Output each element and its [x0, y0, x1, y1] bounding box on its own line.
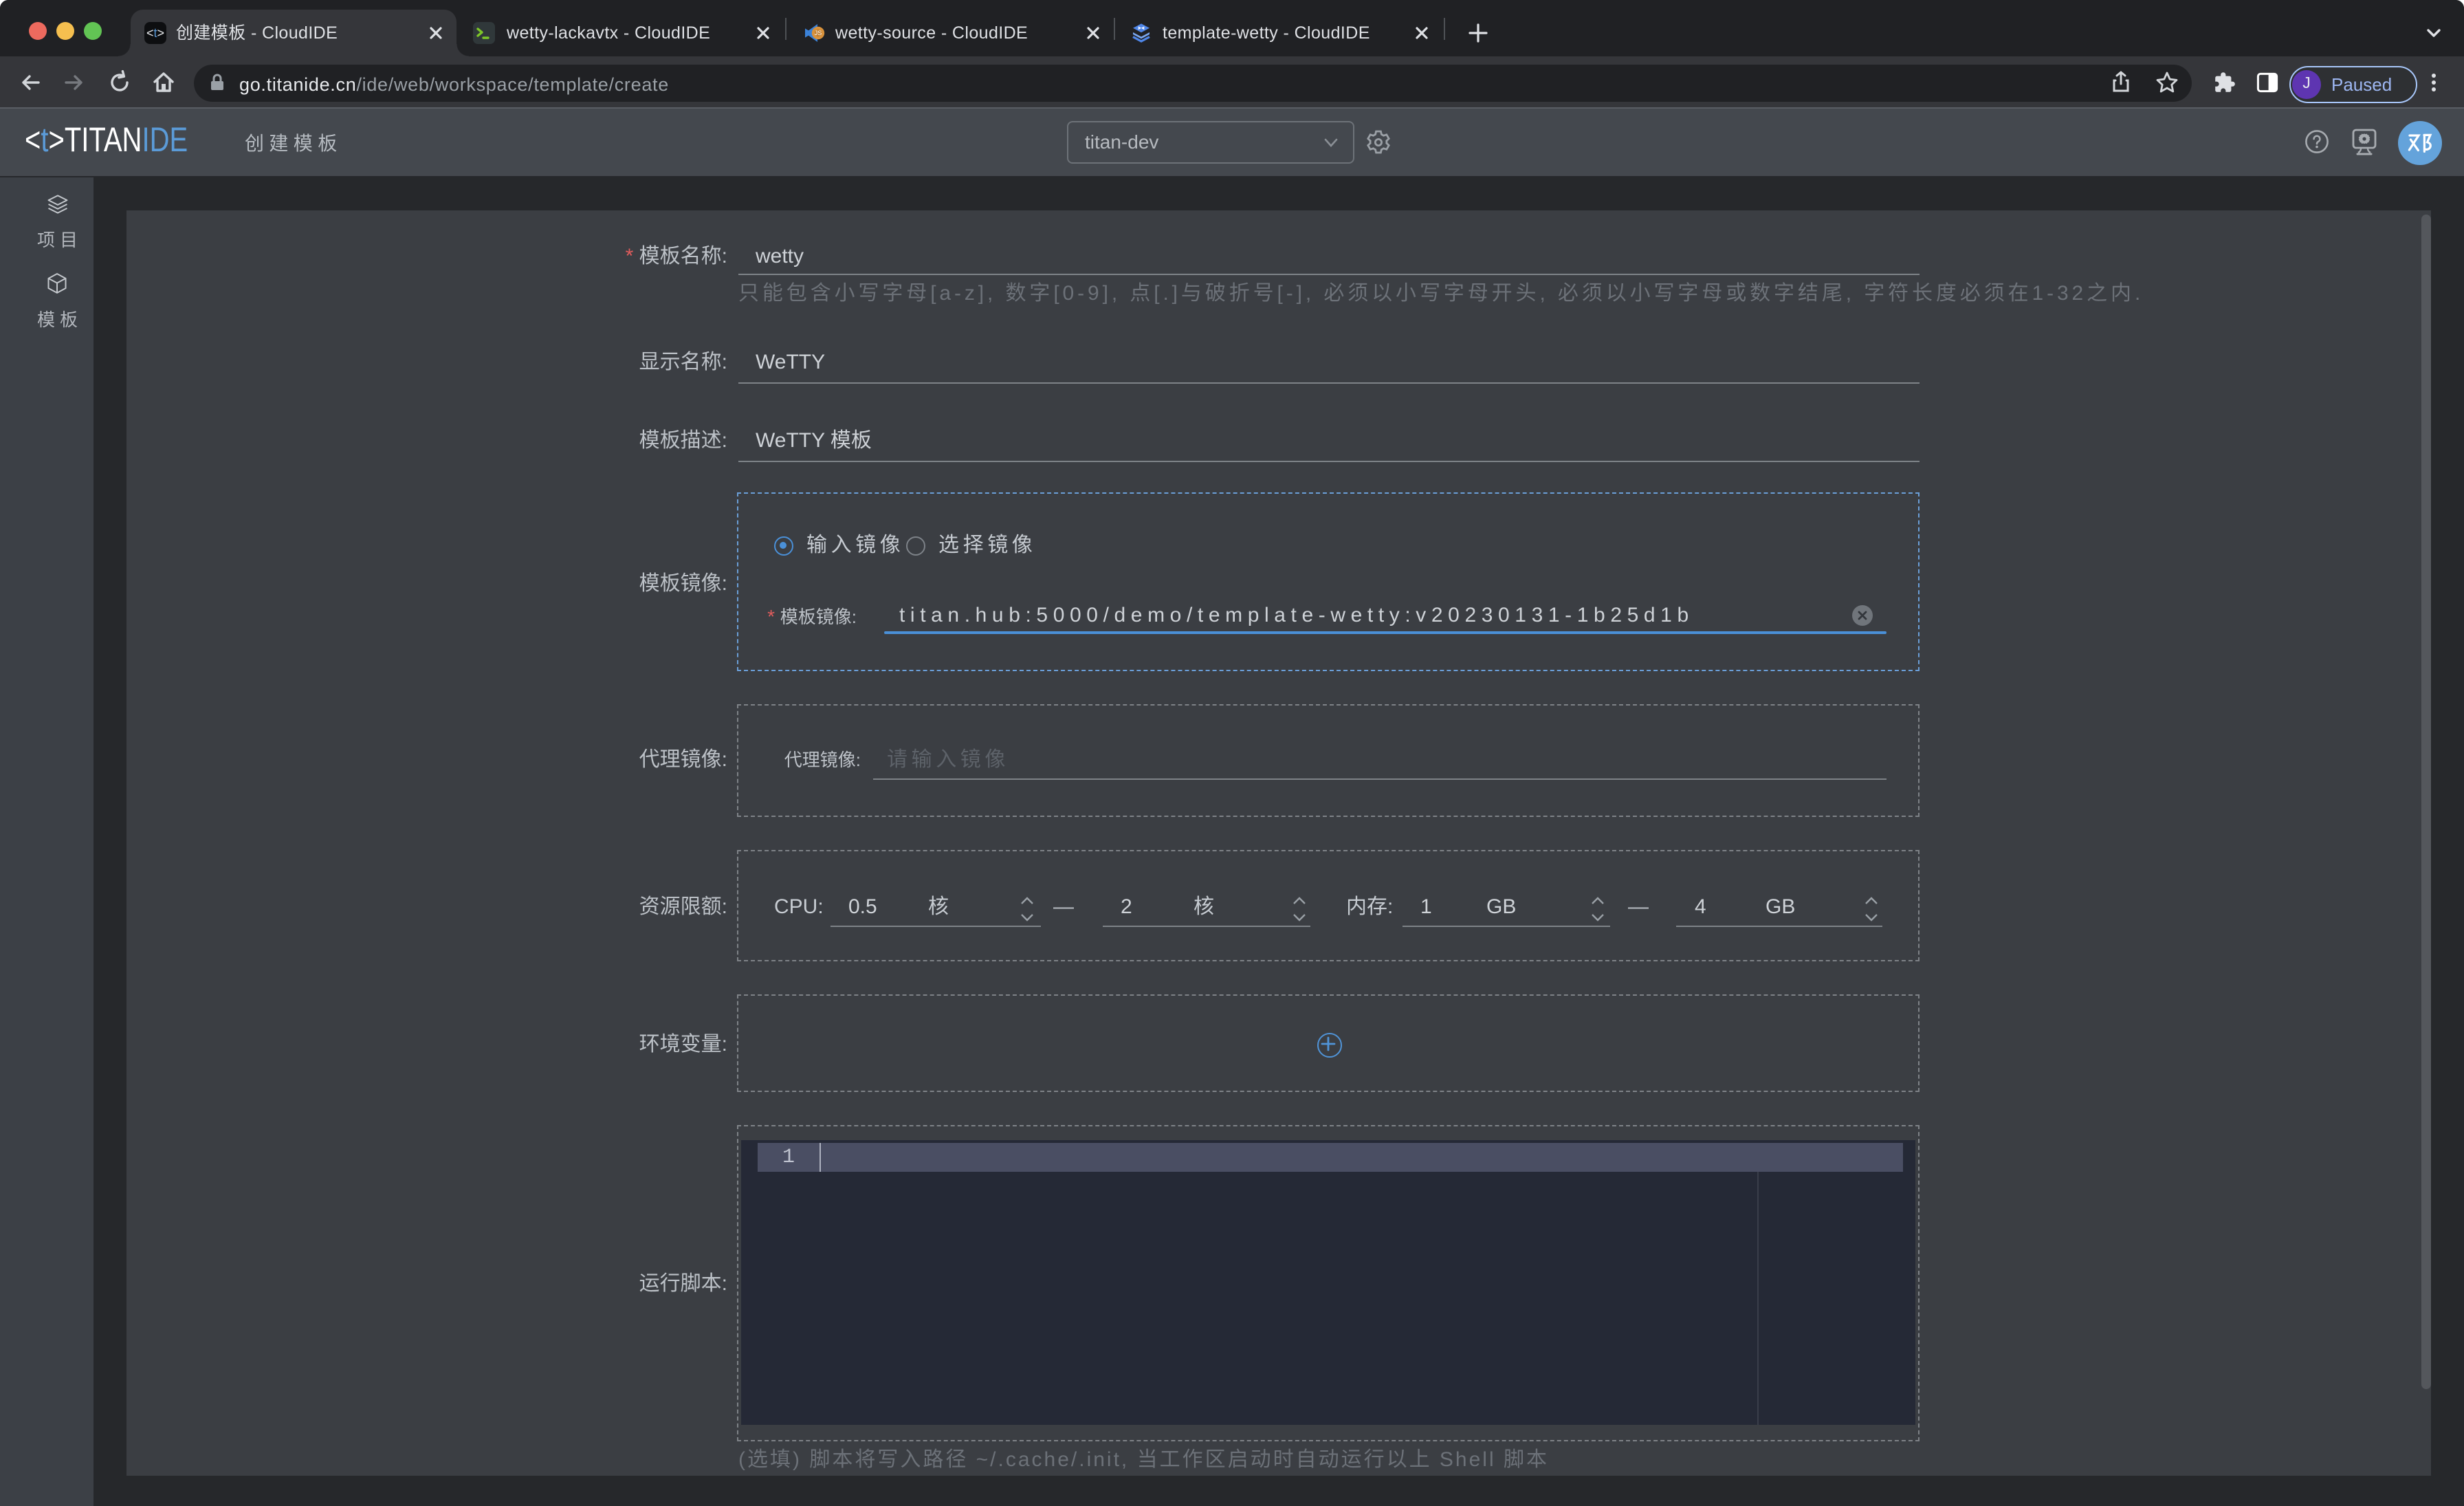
- svg-text:JS: JS: [815, 30, 822, 36]
